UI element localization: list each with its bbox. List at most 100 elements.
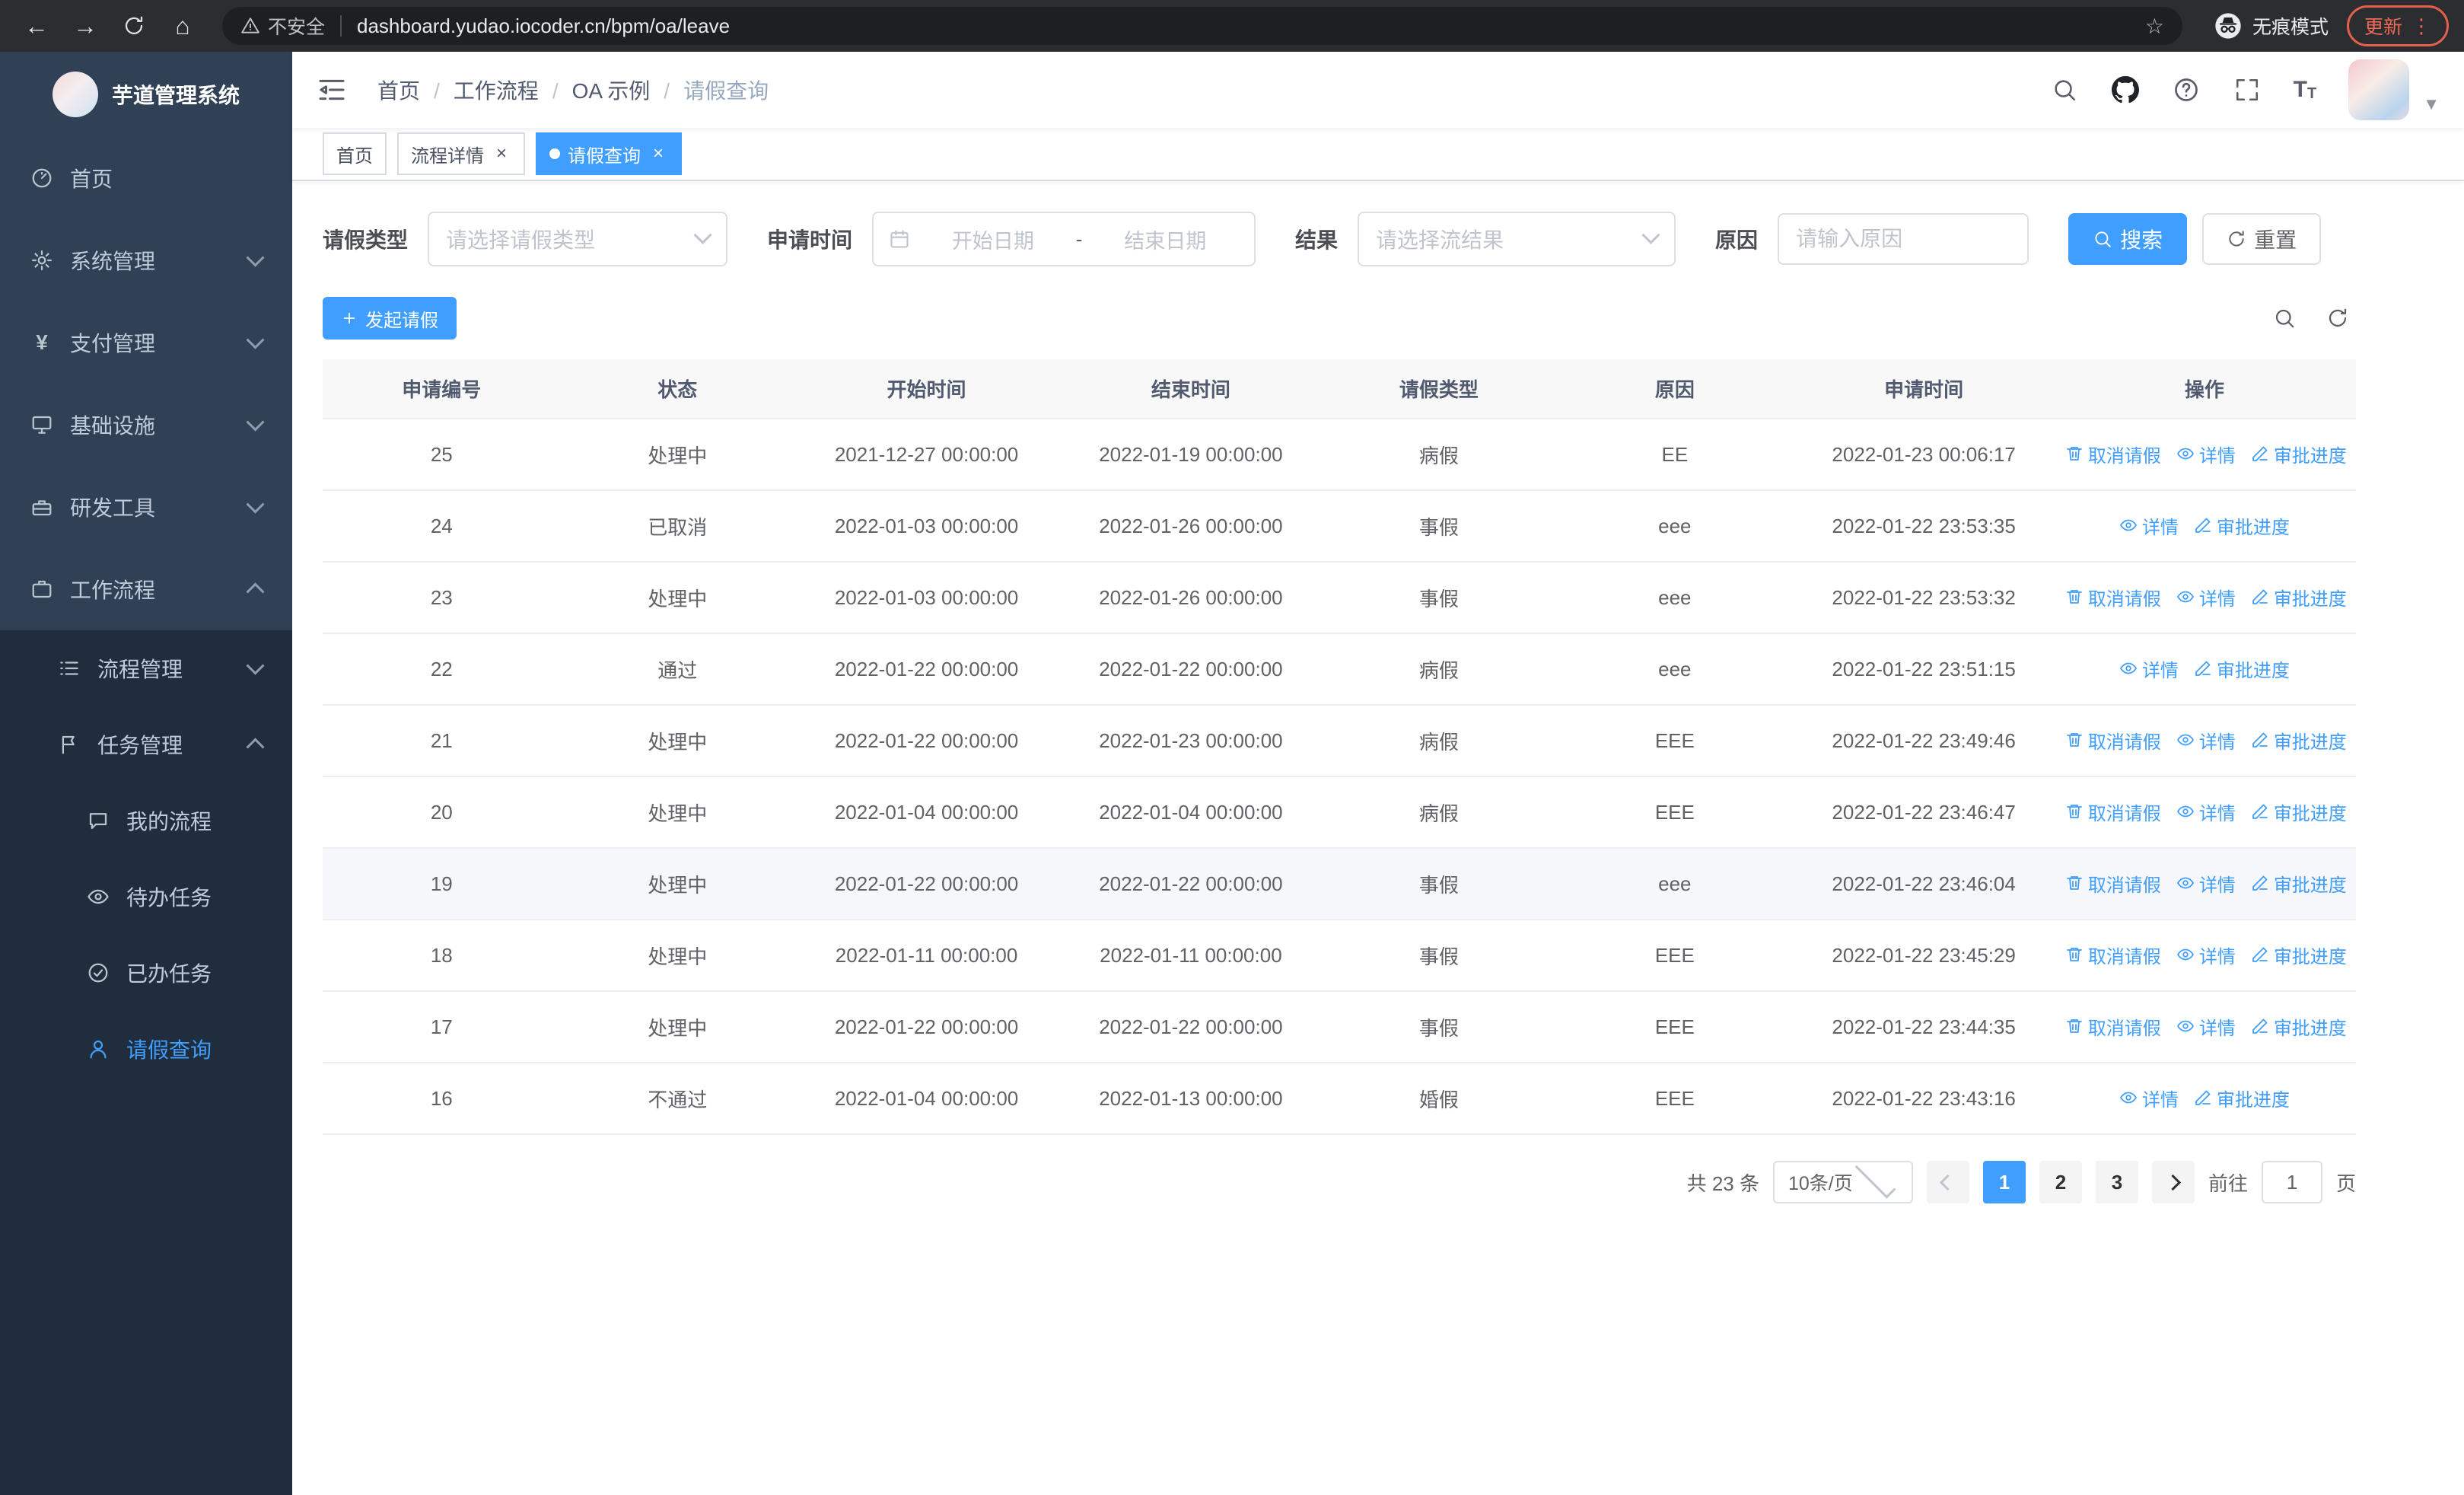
font-size-icon[interactable]: TT bbox=[2294, 78, 2317, 102]
cell-status: 处理中 bbox=[560, 920, 794, 992]
action-cancel-leave-link[interactable]: 取消请假 bbox=[2065, 441, 2161, 467]
user-avatar[interactable] bbox=[2348, 59, 2410, 120]
browser-back-button[interactable]: ← bbox=[15, 5, 58, 47]
bookmark-star-icon[interactable]: ☆ bbox=[2145, 14, 2164, 39]
sidebar-item-home[interactable]: 首页 bbox=[0, 137, 292, 219]
sidebar: 芋道管理系统 首页 系统管理 ¥ 支付管理 基础设施 研发工具 工作流程 流程管… bbox=[0, 52, 292, 1495]
sidebar-item-process-management[interactable]: 流程管理 bbox=[0, 630, 292, 706]
edit-icon bbox=[2252, 804, 2268, 820]
chevron-down-icon[interactable]: ▼ bbox=[2423, 94, 2440, 120]
page-button-3[interactable]: 3 bbox=[2095, 1161, 2138, 1203]
apply-time-label: 申请时间 bbox=[767, 228, 853, 252]
action-detail-link[interactable]: 详情 bbox=[2176, 727, 2236, 754]
chevron-down-icon bbox=[246, 656, 265, 675]
action-approval-progress-link[interactable]: 审批进度 bbox=[2194, 512, 2290, 539]
calendar-icon bbox=[890, 230, 909, 248]
page-size-select[interactable]: 10条/页 bbox=[1772, 1157, 1913, 1203]
action-detail-link[interactable]: 详情 bbox=[2176, 942, 2236, 968]
action-detail-link[interactable]: 详情 bbox=[2176, 441, 2236, 467]
sidebar-item-my-processes[interactable]: 我的流程 bbox=[0, 783, 292, 859]
sidebar-item-devtools[interactable]: 研发工具 bbox=[0, 466, 292, 548]
action-detail-link[interactable]: 详情 bbox=[2176, 870, 2236, 897]
browser-forward-button[interactable]: → bbox=[64, 5, 107, 47]
action-detail-link[interactable]: 详情 bbox=[2119, 1085, 2179, 1111]
breadcrumb-item[interactable]: OA 示例 bbox=[539, 75, 651, 105]
incognito-badge: 无痕模式 bbox=[2213, 11, 2329, 41]
cell-type: 事假 bbox=[1323, 991, 1555, 1063]
action-approval-progress-link[interactable]: 审批进度 bbox=[2251, 870, 2347, 897]
toggle-search-icon[interactable] bbox=[2272, 306, 2297, 330]
action-cancel-leave-link[interactable]: 取消请假 bbox=[2065, 942, 2161, 968]
filter-form: 请假类型 请选择请假类型 申请时间 开始日期 - 结束日期 结果 请选择流结果 … bbox=[323, 212, 2356, 266]
sidebar-item-label: 系统管理 bbox=[70, 250, 156, 273]
action-detail-link[interactable]: 详情 bbox=[2176, 799, 2236, 825]
sidebar-item-done-tasks[interactable]: 已办任务 bbox=[0, 935, 292, 1011]
action-approval-progress-link[interactable]: 审批进度 bbox=[2251, 441, 2347, 467]
action-cancel-leave-link[interactable]: 取消请假 bbox=[2065, 1013, 2161, 1040]
goto-label: 前往 bbox=[2208, 1171, 2248, 1195]
eye-icon bbox=[2120, 519, 2137, 531]
tab-leave-query[interactable]: 请假查询 × bbox=[536, 132, 682, 175]
leave-type-select[interactable]: 请选择请假类型 bbox=[428, 212, 728, 266]
cell-status: 不通过 bbox=[560, 1063, 794, 1135]
goto-page-input[interactable] bbox=[2261, 1161, 2322, 1203]
page-button-2[interactable]: 2 bbox=[2039, 1161, 2082, 1203]
search-button[interactable]: 搜索 bbox=[2068, 213, 2188, 265]
sidebar-item-system[interactable]: 系统管理 bbox=[0, 219, 292, 301]
action-detail-link[interactable]: 详情 bbox=[2119, 512, 2179, 539]
tab-close-icon[interactable]: × bbox=[648, 144, 668, 164]
create-leave-button[interactable]: 发起请假 bbox=[323, 297, 457, 339]
reason-input[interactable] bbox=[1778, 213, 2029, 265]
refresh-icon bbox=[2229, 231, 2244, 247]
help-icon[interactable] bbox=[2172, 75, 2201, 104]
breadcrumb-item[interactable]: 首页 bbox=[377, 75, 420, 105]
sidebar-item-workflow[interactable]: 工作流程 bbox=[0, 548, 292, 630]
fullscreen-icon[interactable] bbox=[2233, 75, 2262, 104]
date-range-picker[interactable]: 开始日期 - 结束日期 bbox=[872, 212, 1256, 266]
security-status[interactable]: 不安全 bbox=[240, 12, 325, 40]
action-detail-link[interactable]: 详情 bbox=[2176, 1013, 2236, 1040]
browser-update-menu-button[interactable]: 更新 ⋮ bbox=[2346, 5, 2449, 46]
action-approval-progress-link[interactable]: 审批进度 bbox=[2194, 655, 2290, 682]
next-page-button[interactable] bbox=[2151, 1161, 2195, 1203]
action-approval-progress-link[interactable]: 审批进度 bbox=[2251, 799, 2347, 825]
refresh-table-icon[interactable] bbox=[2326, 306, 2350, 330]
action-cancel-leave-link[interactable]: 取消请假 bbox=[2065, 727, 2161, 754]
action-cancel-leave-link[interactable]: 取消请假 bbox=[2065, 584, 2161, 610]
search-icon[interactable] bbox=[2050, 75, 2079, 104]
browser-home-button[interactable]: ⌂ bbox=[161, 5, 204, 47]
url-text[interactable]: dashboard.yudao.iocoder.cn/bpm/oa/leave bbox=[357, 14, 2145, 38]
sidebar-item-label: 首页 bbox=[70, 167, 113, 191]
tab-home[interactable]: 首页 bbox=[323, 132, 387, 175]
action-detail-link[interactable]: 详情 bbox=[2119, 655, 2179, 682]
prev-page-button[interactable] bbox=[1926, 1161, 1969, 1203]
action-approval-progress-link[interactable]: 审批进度 bbox=[2251, 942, 2347, 968]
action-approval-progress-link[interactable]: 审批进度 bbox=[2194, 1085, 2290, 1111]
sidebar-collapse-button[interactable] bbox=[317, 72, 353, 108]
browser-refresh-button[interactable] bbox=[113, 5, 155, 47]
action-cancel-leave-link[interactable]: 取消请假 bbox=[2065, 870, 2161, 897]
sidebar-item-infrastructure[interactable]: 基础设施 bbox=[0, 384, 292, 466]
action-cancel-leave-link[interactable]: 取消请假 bbox=[2065, 799, 2161, 825]
address-bar[interactable]: 不安全 dashboard.yudao.iocoder.cn/bpm/oa/le… bbox=[222, 7, 2182, 45]
page-button-1[interactable]: 1 bbox=[1982, 1161, 2026, 1203]
reset-button[interactable]: 重置 bbox=[2202, 213, 2322, 265]
chevron-down-icon bbox=[246, 330, 265, 349]
breadcrumb-item[interactable]: 工作流程 bbox=[420, 75, 539, 105]
sidebar-item-task-management[interactable]: 任务管理 bbox=[0, 706, 292, 783]
action-detail-link[interactable]: 详情 bbox=[2176, 584, 2236, 610]
app-logo[interactable]: 芋道管理系统 bbox=[0, 52, 292, 137]
result-select[interactable]: 请选择流结果 bbox=[1358, 212, 1676, 266]
sidebar-item-todo-tasks[interactable]: 待办任务 bbox=[0, 859, 292, 935]
github-icon[interactable] bbox=[2111, 75, 2140, 104]
action-approval-progress-link[interactable]: 审批进度 bbox=[2251, 1013, 2347, 1040]
toolbox-icon bbox=[32, 500, 52, 516]
action-approval-progress-link[interactable]: 审批进度 bbox=[2251, 584, 2347, 610]
tab-process-detail[interactable]: 流程详情 × bbox=[397, 132, 525, 175]
action-approval-progress-link[interactable]: 审批进度 bbox=[2251, 727, 2347, 754]
sidebar-item-payment[interactable]: ¥ 支付管理 bbox=[0, 301, 292, 384]
eye-icon bbox=[88, 889, 109, 904]
sidebar-item-leave-query[interactable]: 请假查询 bbox=[0, 1011, 292, 1087]
edit-icon bbox=[2252, 732, 2268, 748]
tab-close-icon[interactable]: × bbox=[492, 144, 511, 164]
